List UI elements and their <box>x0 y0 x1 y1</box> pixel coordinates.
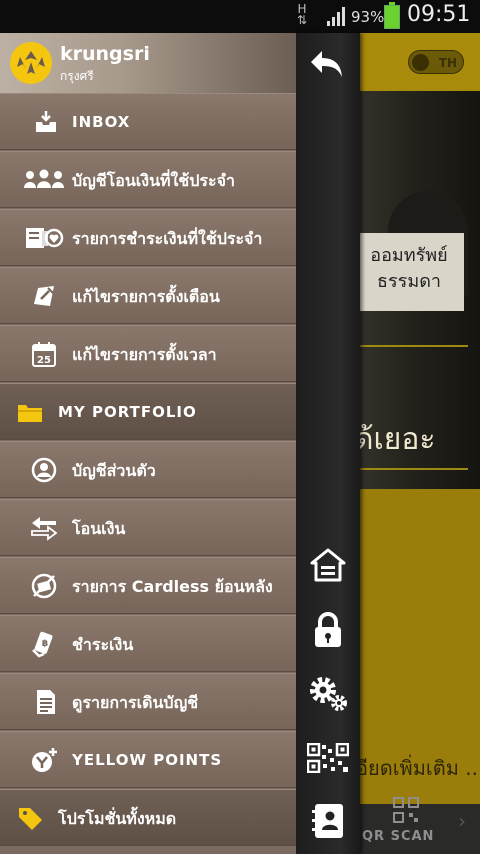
cardless-icon <box>31 573 57 599</box>
folder-icon <box>18 405 42 422</box>
menu-item-label: บัญชีโอนเงินที่ใช้ประจำ <box>72 171 235 190</box>
contact-button[interactable] <box>304 799 352 843</box>
settings-gears-icon <box>310 677 347 711</box>
back-button[interactable] <box>304 43 352 87</box>
yellow-points-icon <box>32 748 57 772</box>
qr-scan-icon[interactable] <box>392 796 420 824</box>
menu-item-edit-reminders[interactable]: แก้ไขรายการตั้งเตือน <box>0 267 296 324</box>
menu-item-label: YELLOW POINTS <box>72 751 223 769</box>
lock-button[interactable] <box>304 608 352 652</box>
bill-heart-icon <box>26 228 64 248</box>
menu-item-edit-schedules[interactable]: 25 แก้ไขรายการตั้งเวลา <box>0 325 296 382</box>
inbox-icon <box>36 111 56 132</box>
settings-button[interactable] <box>304 671 352 715</box>
menu-item-transfer[interactable]: โอนเงิน <box>0 499 296 556</box>
lock-icon <box>315 612 341 647</box>
more-details-link[interactable]: อียดเพิ่มเติม ... <box>356 752 480 784</box>
menu-item-cardless-history[interactable]: รายการ Cardless ย้อนหลัง <box>0 557 296 614</box>
menu-item-label: โอนเงิน <box>72 519 126 538</box>
divider <box>358 468 468 470</box>
banner-sign: ออมทรัพย์ ธรรมดา <box>354 233 464 311</box>
menu-item-label: แก้ไขรายการตั้งเตือน <box>72 287 220 306</box>
brand-name: krungsri <box>60 43 150 65</box>
transfer-arrows-icon <box>31 517 58 541</box>
back-arrow-icon <box>311 51 342 77</box>
menu-item-yellow-points[interactable]: YELLOW POINTS <box>0 731 296 788</box>
qr-code-icon <box>307 743 349 773</box>
qr-code-button[interactable] <box>304 736 352 780</box>
qr-scan-tab-label[interactable]: QR SCAN <box>362 829 434 844</box>
statement-icon <box>37 690 55 714</box>
promotion-tag-icon <box>19 808 42 830</box>
signal-icon <box>327 7 345 26</box>
menu-item-label: ชำระเงิน <box>72 635 134 654</box>
brand-subtitle: กรุงศรี <box>60 69 94 83</box>
status-bar: H ⇅ 93% 09:51 <box>0 0 480 33</box>
person-account-icon <box>31 457 57 483</box>
chevron-right-icon: › <box>458 809 466 833</box>
menu-item-personal-accounts[interactable]: บัญชีส่วนตัว <box>0 441 296 498</box>
payment-icon: ฿ <box>32 631 53 658</box>
contact-icon <box>312 804 343 838</box>
krungsri-logo-icon <box>10 42 52 84</box>
menu-item-label: รายการชำระเงินที่ใช้ประจำ <box>72 229 263 248</box>
section-label: MY PORTFOLIO <box>58 403 197 421</box>
svg-text:25: 25 <box>37 355 51 366</box>
side-action-bar <box>296 33 360 854</box>
menu-item-label: บัญชีส่วนตัว <box>72 461 156 480</box>
drawer-header: krungsri กรุงศรี <box>0 33 296 93</box>
menu-item-inbox[interactable]: INBOX <box>0 93 296 150</box>
calendar-25-icon: 25 <box>32 342 56 367</box>
menu-item-payment[interactable]: ฿ ชำระเงิน <box>0 615 296 672</box>
edit-reminder-icon <box>34 286 54 306</box>
menu-item-label: รายการ Cardless ย้อนหลัง <box>72 577 273 596</box>
menu-item-label: INBOX <box>72 113 131 131</box>
section-label: โปรโมชั่นทั้งหมด <box>58 809 177 828</box>
section-my-portfolio[interactable]: MY PORTFOLIO <box>0 383 296 440</box>
menu-item-favourite-payments[interactable]: รายการชำระเงินที่ใช้ประจำ <box>0 209 296 266</box>
network-type: H ⇅ <box>297 2 308 27</box>
people-group-icon <box>24 169 64 188</box>
menu-item-favourite-accounts[interactable]: บัญชีโอนเงินที่ใช้ประจำ <box>0 151 296 208</box>
clock: 09:51 <box>407 2 471 27</box>
section-all-promotions[interactable]: โปรโมชั่นทั้งหมด <box>0 789 296 846</box>
battery-icon <box>384 2 400 29</box>
home-button[interactable] <box>304 543 352 587</box>
language-toggle[interactable]: TH <box>408 50 464 74</box>
menu-item-label: ดูรายการเดินบัญชี <box>72 693 199 712</box>
home-icon <box>310 548 346 582</box>
menu-item-label: แก้ไขรายการตั้งเวลา <box>72 345 217 364</box>
svg-text:฿: ฿ <box>42 639 48 649</box>
navigation-drawer: krungsri กรุงศรี INBOX บัญชีโอนเงินที่ใช… <box>0 33 296 854</box>
menu-item-statement[interactable]: ดูรายการเดินบัญชี <box>0 673 296 730</box>
divider <box>358 345 468 347</box>
banner-headline: ด้เยอะ <box>354 422 436 457</box>
battery-percent: 93% <box>351 8 385 26</box>
